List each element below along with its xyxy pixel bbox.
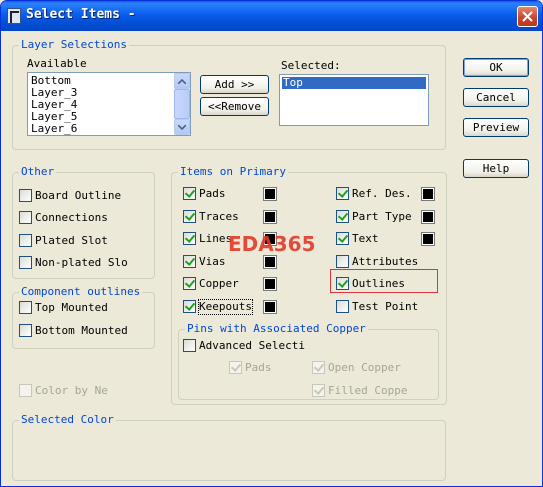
pins-copper-title: Pins with Associated Copper: [185, 322, 368, 336]
filled-copper-checkbox[interactable]: [312, 384, 325, 397]
preview-button[interactable]: Preview: [463, 118, 529, 137]
selected-color-title: Selected Color: [19, 413, 116, 427]
available-scrollbar[interactable]: [174, 73, 190, 135]
non-plated-slot-checkbox[interactable]: [19, 256, 32, 269]
pins-pads-label: Pads: [245, 361, 272, 374]
attributes-checkbox[interactable]: [336, 255, 349, 268]
vias-label: Vias: [199, 255, 226, 268]
list-item[interactable]: Layer_6: [31, 123, 77, 135]
remove-button[interactable]: <<Remove: [200, 97, 269, 116]
close-icon: [522, 11, 533, 22]
ok-button[interactable]: OK: [463, 58, 529, 77]
scroll-thumb[interactable]: [174, 89, 190, 119]
advanced-selection-checkbox[interactable]: [183, 339, 196, 352]
ref-des-label: Ref. Des.: [352, 187, 412, 200]
items-on-primary-title: Items on Primary: [178, 165, 288, 179]
keepouts-color-swatch[interactable]: [263, 300, 277, 314]
top-mounted-label: Top Mounted: [35, 301, 108, 314]
vias-color-swatch[interactable]: [263, 255, 277, 269]
board-outline-checkbox[interactable]: [19, 189, 32, 202]
test-point-checkbox[interactable]: [336, 300, 349, 313]
color-by-net-checkbox[interactable]: [19, 384, 32, 397]
title-bar[interactable]: Select Items -: [1, 1, 542, 31]
ref-des-color-swatch[interactable]: [421, 187, 435, 201]
pads-color-swatch[interactable]: [263, 187, 277, 201]
window-title: Select Items -: [26, 7, 136, 22]
list-item[interactable]: Top: [282, 77, 426, 89]
pads-label: Pads: [199, 187, 226, 200]
add-button[interactable]: Add >>: [200, 75, 269, 94]
other-title: Other: [19, 165, 57, 179]
selected-color-group: Selected Color: [12, 413, 446, 481]
layer-selections-title: Layer Selections: [19, 38, 129, 52]
color-by-net-label: Color by Ne: [35, 384, 108, 397]
pads-checkbox[interactable]: [183, 187, 196, 200]
attributes-label: Attributes: [352, 255, 419, 268]
lines-checkbox[interactable]: [183, 232, 196, 245]
board-outline-label: Board Outline: [35, 189, 122, 202]
selected-label: Selected:: [281, 59, 341, 72]
plated-slot-label: Plated Slot: [35, 234, 108, 247]
pins-pads-checkbox[interactable]: [229, 361, 242, 374]
plated-slot-checkbox[interactable]: [19, 234, 32, 247]
bottom-mounted-checkbox[interactable]: [19, 324, 32, 337]
chevron-down-icon: [178, 124, 186, 130]
app-icon: [7, 8, 21, 24]
vias-checkbox[interactable]: [183, 255, 196, 268]
keepouts-label: Keepouts: [198, 299, 253, 315]
copper-color-swatch[interactable]: [263, 277, 277, 291]
bottom-mounted-label: Bottom Mounted: [35, 324, 128, 337]
copper-checkbox[interactable]: [183, 277, 196, 290]
part-type-checkbox[interactable]: [336, 210, 349, 223]
select-items-dialog: Select Items - Layer Selections Availabl…: [0, 0, 543, 487]
cancel-button[interactable]: Cancel: [463, 88, 529, 107]
advanced-selection-label: Advanced Selection: [199, 339, 305, 352]
filled-copper-label: Filled Coppe: [328, 384, 408, 397]
watermark-text: EDA365: [228, 232, 316, 256]
keepouts-checkbox[interactable]: [183, 300, 196, 313]
help-button[interactable]: Help: [463, 159, 529, 178]
connections-checkbox[interactable]: [19, 211, 32, 224]
chevron-up-icon: [178, 78, 186, 84]
top-mounted-checkbox[interactable]: [19, 301, 32, 314]
available-label: Available: [27, 57, 87, 70]
selected-listbox[interactable]: Top: [279, 74, 429, 126]
traces-label: Traces: [199, 210, 239, 223]
copper-label: Copper: [199, 277, 239, 290]
test-point-label: Test Point: [352, 300, 419, 313]
open-copper-checkbox[interactable]: [312, 361, 325, 374]
open-copper-label: Open Copper: [328, 361, 401, 374]
connections-label: Connections: [35, 211, 108, 224]
text-color-swatch[interactable]: [421, 232, 435, 246]
scroll-down-button[interactable]: [174, 119, 190, 135]
part-type-label: Part Type: [352, 210, 412, 223]
non-plated-slot-label: Non-plated Slo: [35, 256, 128, 269]
text-label: Text: [352, 232, 379, 245]
text-checkbox[interactable]: [336, 232, 349, 245]
scroll-up-button[interactable]: [174, 73, 190, 89]
component-outlines-title: Component outlines: [19, 285, 143, 299]
available-listbox[interactable]: Bottom Layer_3 Layer_4 Layer_5 Layer_6: [27, 72, 191, 136]
ref-des-checkbox[interactable]: [336, 187, 349, 200]
traces-checkbox[interactable]: [183, 210, 196, 223]
part-type-color-swatch[interactable]: [421, 210, 435, 224]
traces-color-swatch[interactable]: [263, 210, 277, 224]
close-button[interactable]: [517, 6, 538, 27]
outlines-highlight-box: [330, 269, 438, 293]
